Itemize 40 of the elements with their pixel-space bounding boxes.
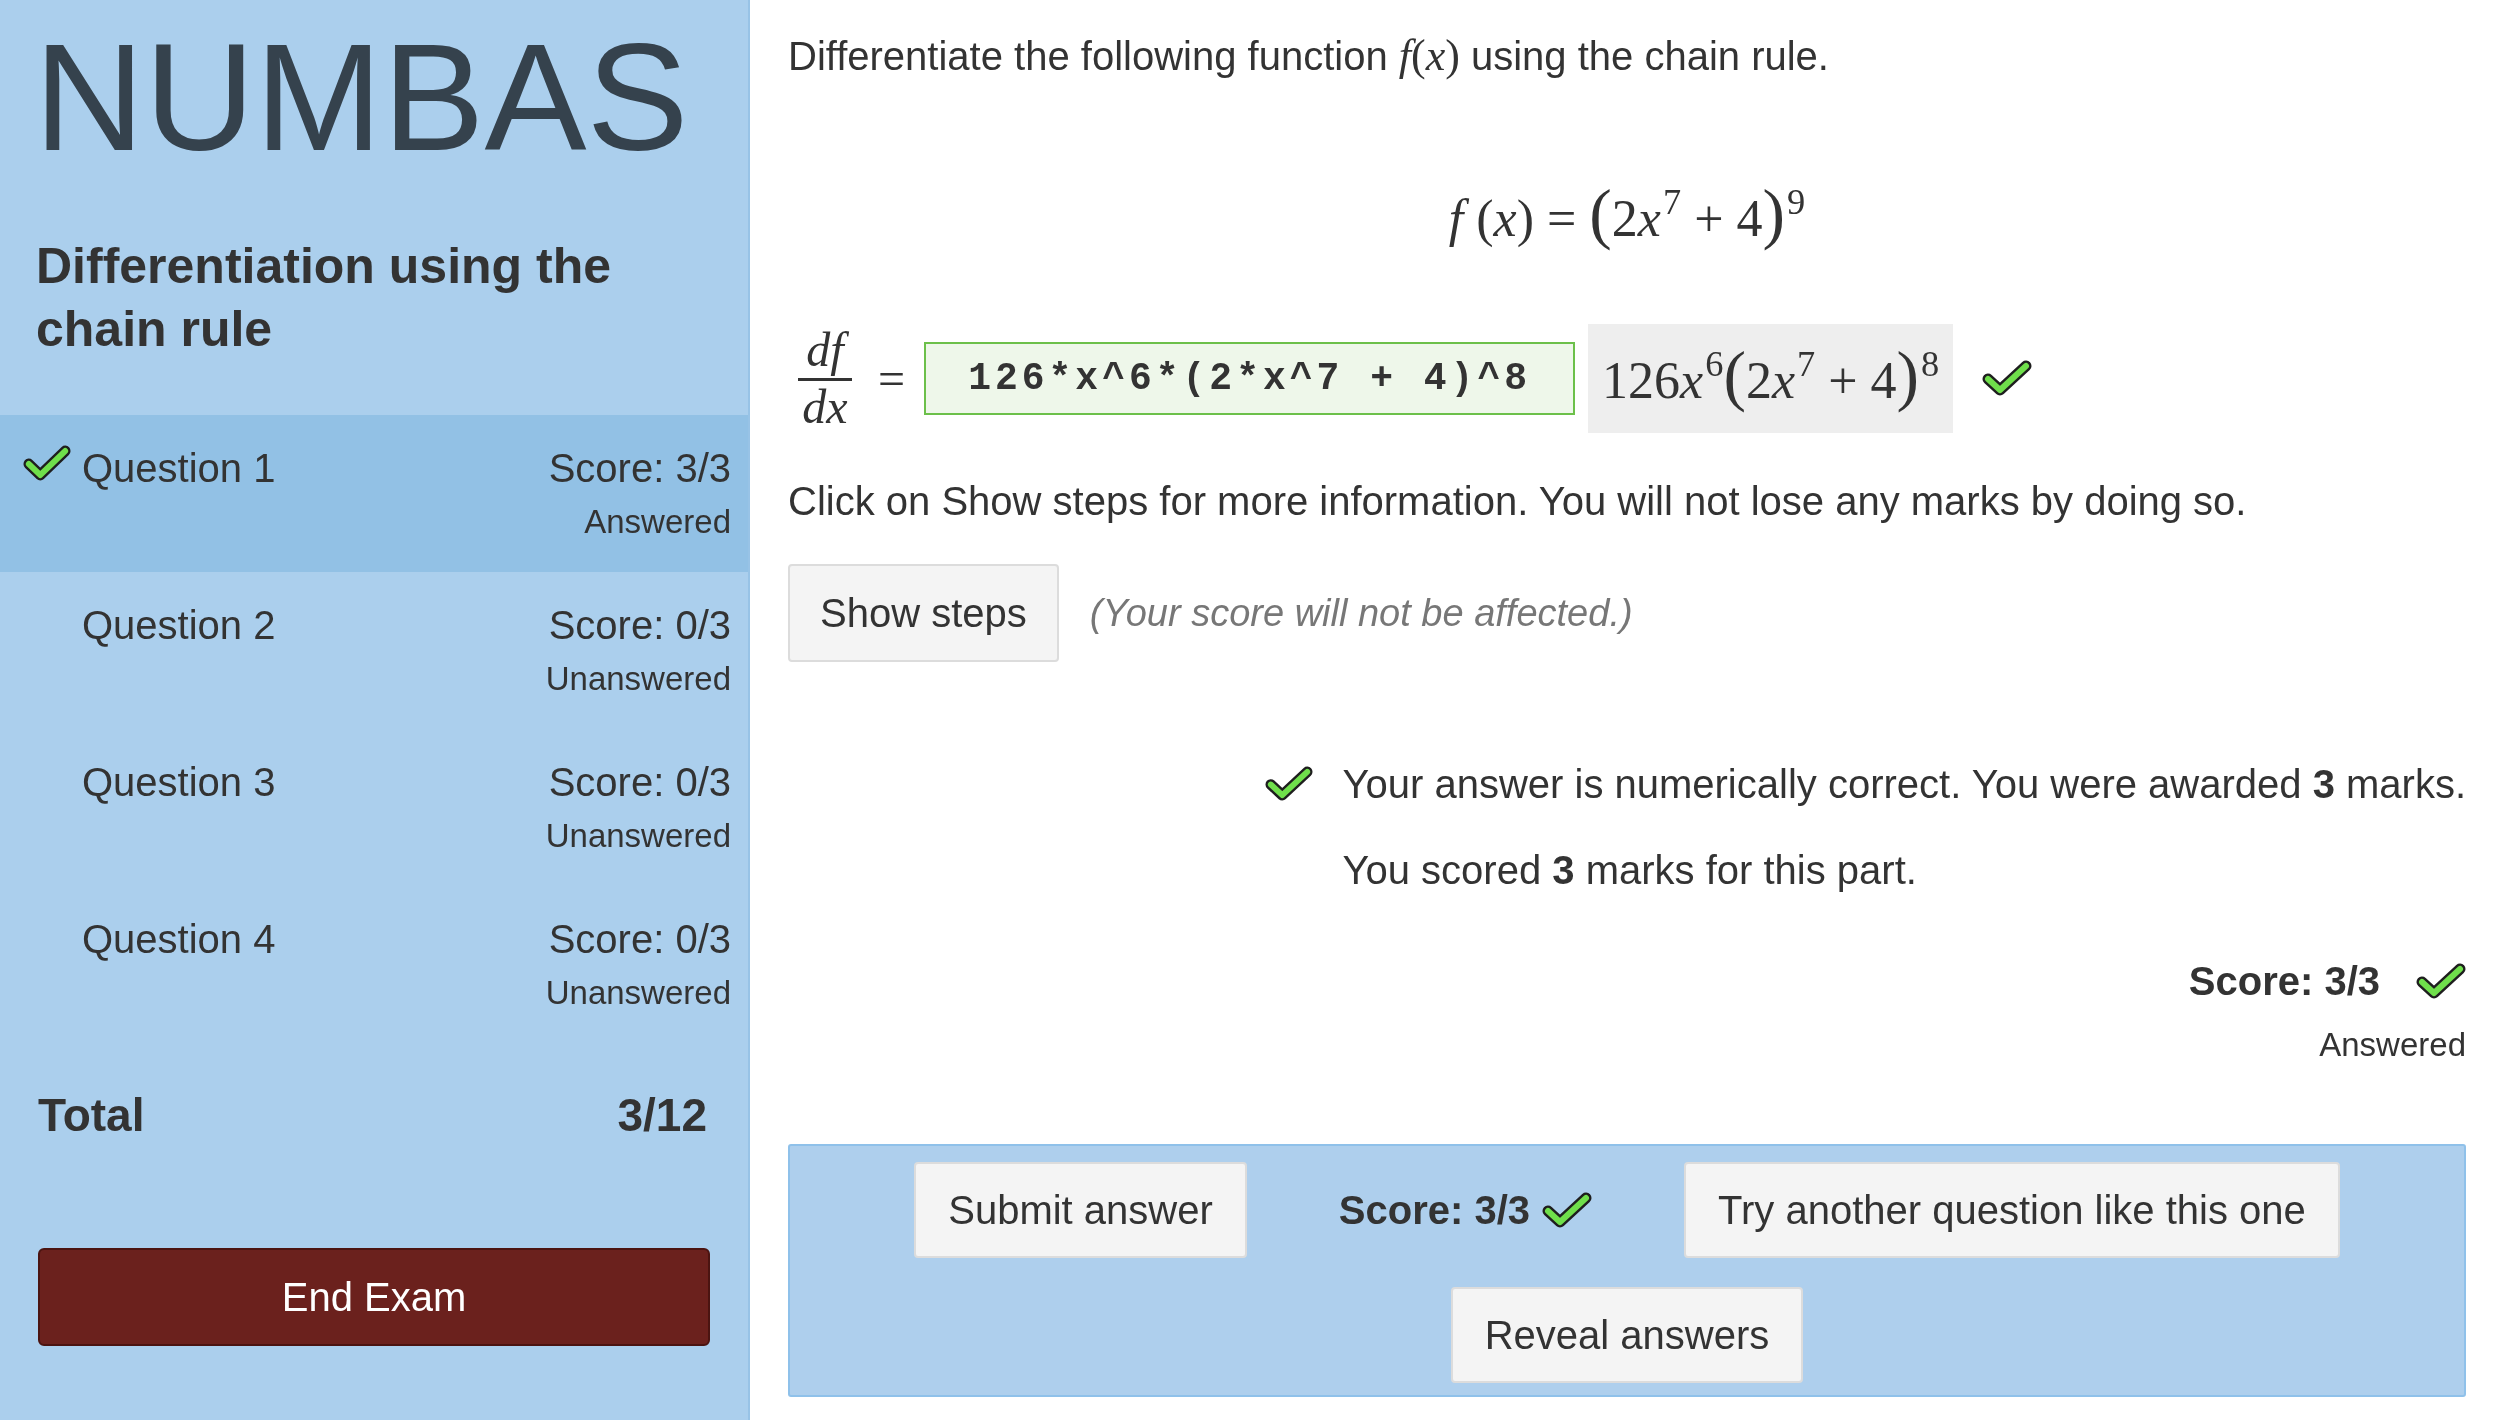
- part-status: Answered: [2319, 1025, 2466, 1065]
- action-button[interactable]: Reveal answers: [1450, 1287, 1804, 1383]
- question-score: Score: 0/3: [548, 602, 731, 649]
- derivative-fraction: df dx: [788, 326, 862, 431]
- question-status: Unanswered: [545, 973, 731, 1013]
- question-status: Answered: [584, 502, 731, 542]
- function-formula: f (x) = (2x$^{7}$ + 4)$^{9}$: [1448, 174, 1806, 253]
- hint-text: Click on Show steps for more information. You will not lose any marks by doing so.: [788, 478, 2248, 525]
- question-label: Question 3: [82, 759, 276, 806]
- check-icon: [1264, 766, 1313, 802]
- feedback-message: Your answer is numerically correct. You were awarded 3 marks.: [1342, 761, 2466, 808]
- answer-preview: 126x$^{6}$(2x$^{7}$ + 4)$^{8}$: [1602, 337, 1940, 415]
- question-label: Question 2: [82, 602, 276, 649]
- question-nav-item[interactable]: Question 2 Score: 0/3 Unanswered: [0, 572, 748, 729]
- show-steps-button[interactable]: Show steps: [788, 564, 1059, 662]
- steps-note: (Your score will not be affected.): [1089, 591, 1633, 636]
- exam-title: Differentiation using the chain rule: [35, 237, 612, 359]
- part-score: Score: 3/3: [2188, 958, 2380, 1005]
- question-nav-item[interactable]: Question 4 Score: 0/3 Unanswered: [0, 886, 748, 1043]
- action-button[interactable]: Submit answer: [914, 1162, 1247, 1258]
- question-label: Question 4: [82, 916, 276, 963]
- question-score: Score: 0/3: [548, 759, 731, 806]
- question-score: Score: 0/3: [548, 916, 731, 963]
- question-prompt: Differentiate the following function f(x) using the chain rule.: [788, 31, 1830, 81]
- question-nav-item[interactable]: Question 3 Score: 0/3 Unanswered: [0, 729, 748, 886]
- end-exam-button[interactable]: End Exam: [38, 1248, 710, 1346]
- question-status: Unanswered: [545, 659, 731, 699]
- action-button[interactable]: Try another question like this one: [1684, 1162, 2340, 1258]
- question-score: Score: 3/3: [548, 445, 731, 492]
- equals-sign: =: [878, 353, 906, 404]
- answer-input[interactable]: 126*x^6*(2*x^7 + 4)^8: [924, 342, 1576, 415]
- question-status: Unanswered: [545, 816, 731, 856]
- total-label: Total: [38, 1088, 145, 1143]
- total-value: 3/12: [617, 1088, 707, 1143]
- question-nav-item[interactable]: Question 1 Score: 3/3 Answered: [0, 415, 748, 572]
- question-label: Question 1: [82, 445, 276, 492]
- check-icon: [1982, 360, 2033, 397]
- app-logo: NUMBAS: [34, 20, 689, 173]
- panel-score: Score: 3/3: [1338, 1187, 1530, 1234]
- feedback-message: You scored 3 marks for this part.: [1342, 847, 1917, 894]
